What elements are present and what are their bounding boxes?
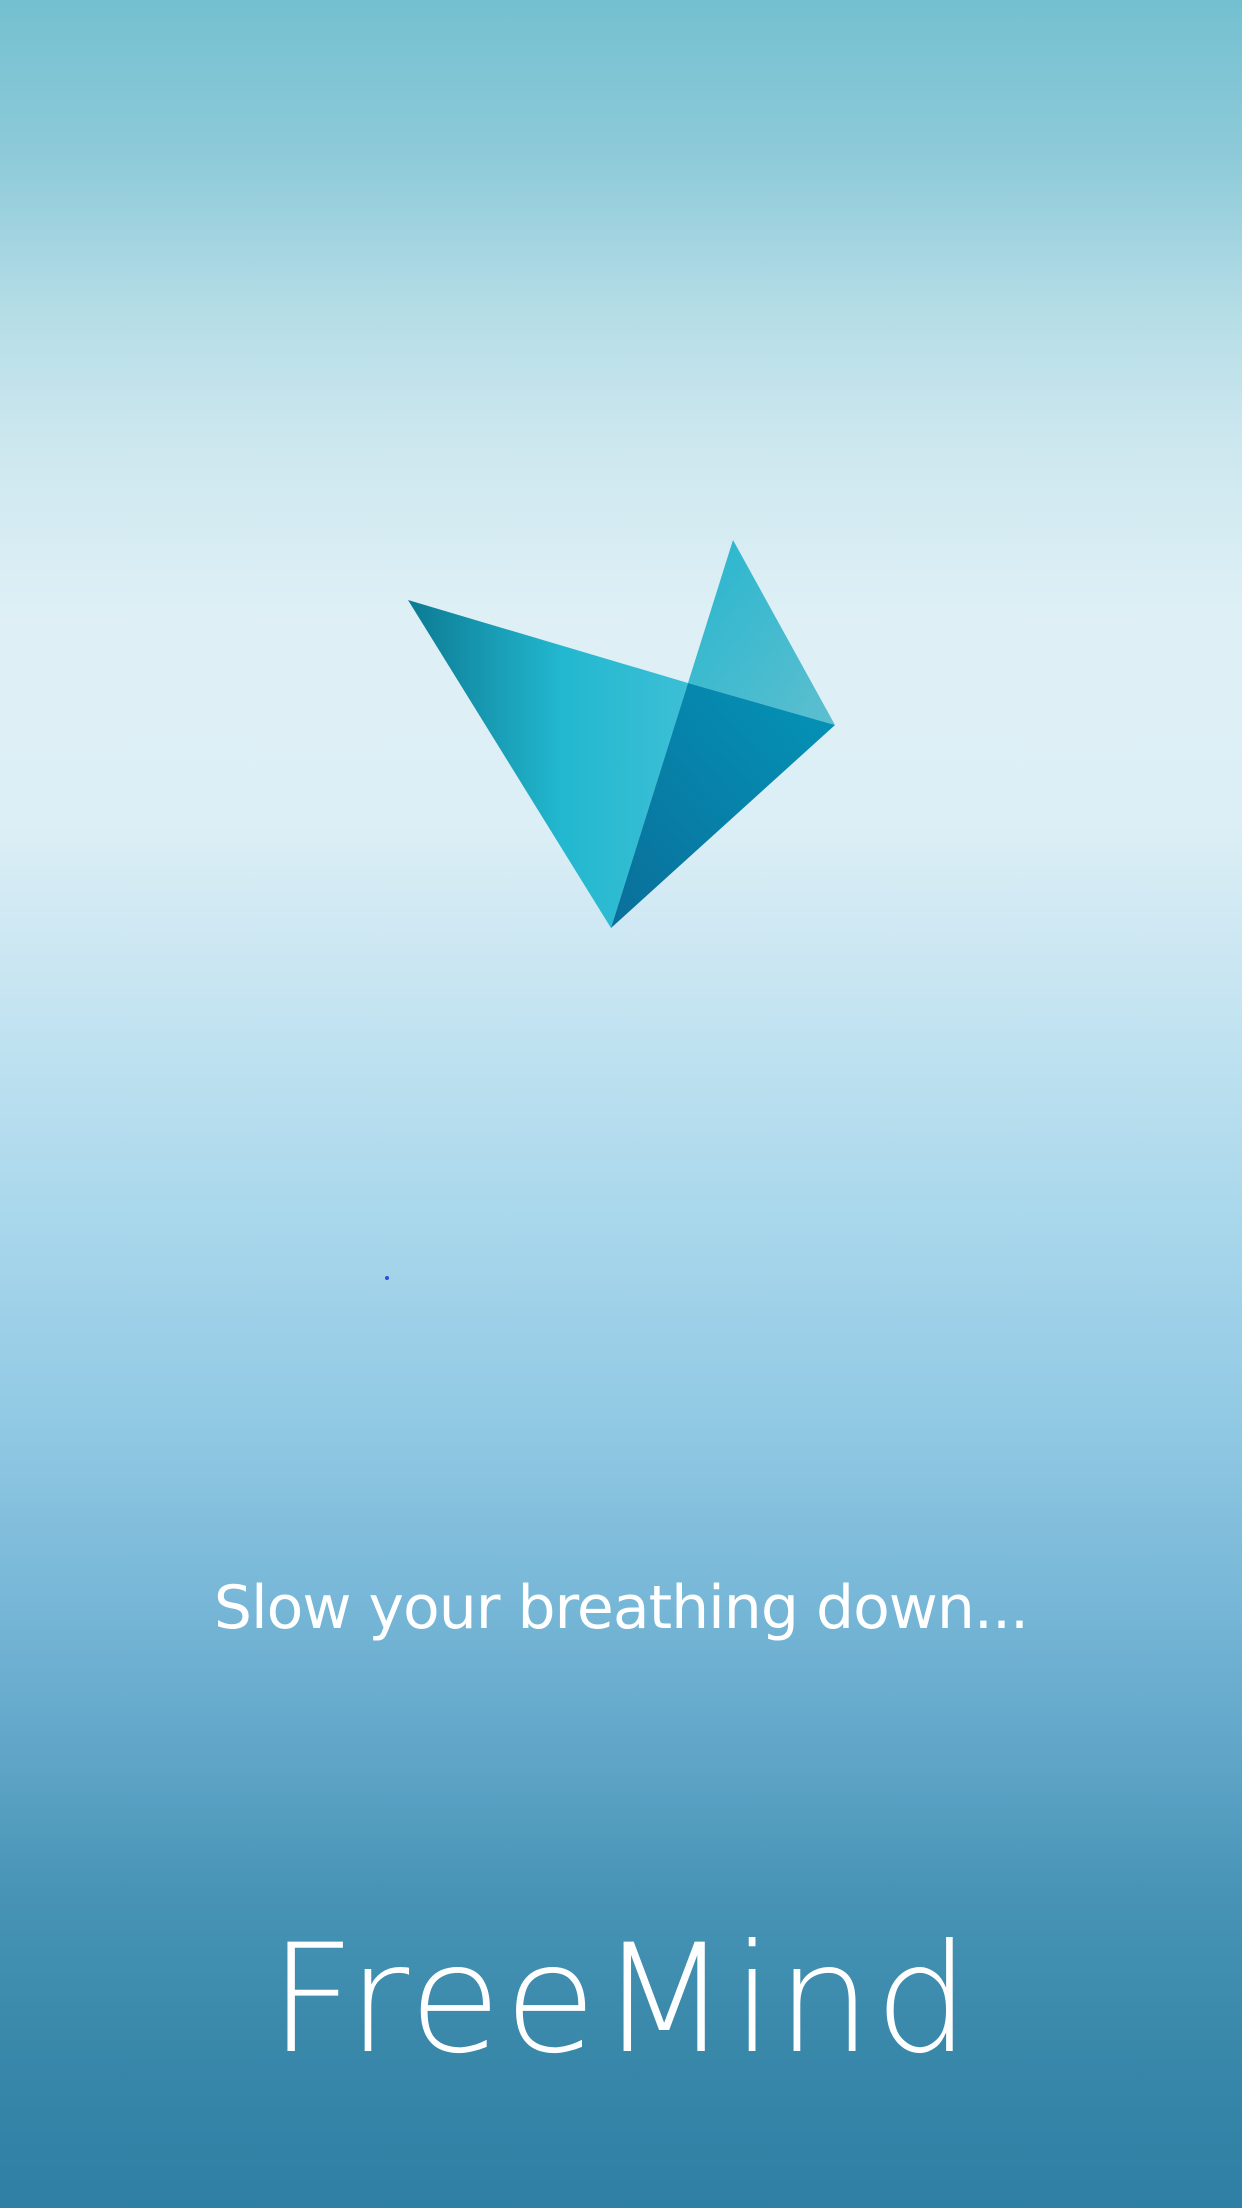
triangle-bird-logo-icon (408, 540, 835, 928)
loading-dot (385, 1276, 389, 1280)
breathing-tagline: Slow your breathing down... (213, 1573, 1029, 1643)
brand-wordmark: FreeMind (269, 1913, 973, 2087)
